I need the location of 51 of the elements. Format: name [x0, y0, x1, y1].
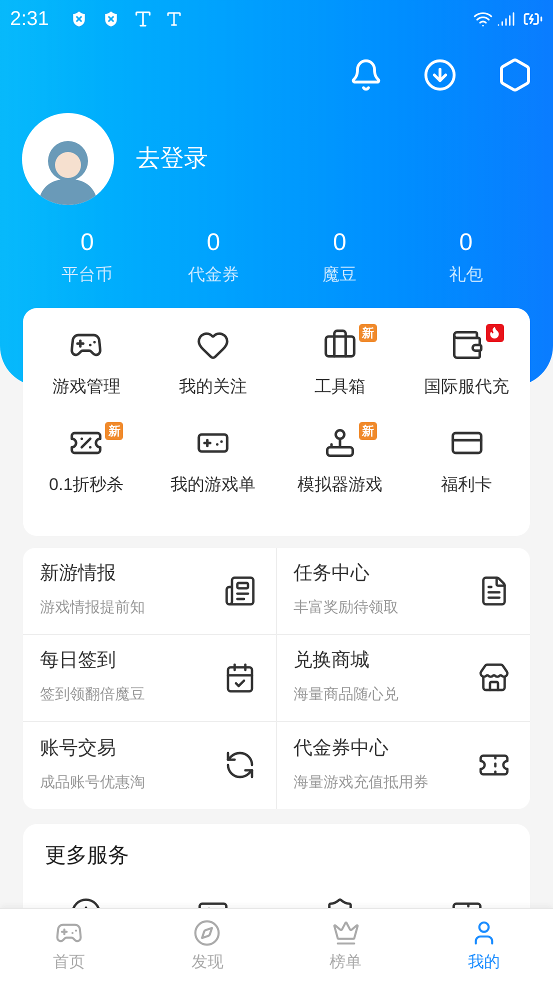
- menu-label: 工具箱: [314, 376, 366, 398]
- download-icon[interactable]: [423, 58, 457, 92]
- menu-item[interactable]: 福利卡: [403, 426, 530, 524]
- feature-title: 兑换商城: [294, 649, 370, 674]
- feature-item[interactable]: 新游情报 游戏情报提前知: [23, 548, 276, 634]
- compass-icon: [193, 918, 222, 946]
- menu-item[interactable]: 国际服代充: [403, 328, 530, 426]
- font-icon: [164, 10, 183, 28]
- feature-item[interactable]: 代金券中心 海量游戏充值抵用券: [276, 722, 530, 808]
- feature-subtitle: 海量商品随心兑: [294, 685, 400, 706]
- menu-item[interactable]: 我的游戏单: [150, 426, 276, 524]
- stat-value: 0: [459, 228, 473, 258]
- feature-subtitle: 签到领翻倍魔豆: [40, 685, 146, 706]
- signal-icon: [497, 10, 515, 28]
- section-title: 更多服务: [44, 842, 130, 868]
- new-badge: 新: [358, 422, 377, 440]
- stat-value: 0: [332, 228, 346, 258]
- menu-label: 我的游戏单: [170, 474, 256, 496]
- stat-value: 0: [80, 228, 94, 258]
- menu-label: 游戏管理: [52, 376, 120, 398]
- font-icon: [132, 9, 153, 29]
- feature-item[interactable]: 账号交易 成品账号优惠淘: [23, 722, 276, 808]
- feature-title: 代金券中心: [294, 736, 390, 761]
- notification-icon[interactable]: [349, 58, 383, 92]
- feature-title: 每日签到: [40, 649, 117, 674]
- crown-icon: [332, 918, 360, 946]
- stat-value: 0: [206, 228, 220, 258]
- feature-item[interactable]: 每日签到 签到领翻倍魔豆: [23, 634, 276, 722]
- feature-title: 新游情报: [40, 562, 117, 586]
- exchange-icon: [224, 749, 256, 781]
- feature-subtitle: 游戏情报提前知: [40, 598, 146, 618]
- feature-item[interactable]: 任务中心 丰富奖励待领取: [276, 548, 530, 634]
- menu-label: 我的关注: [179, 376, 248, 398]
- feature-item[interactable]: 兑换商城 海量商品随心兑: [276, 634, 530, 722]
- feature-subtitle: 丰富奖励待领取: [294, 598, 400, 618]
- status-time: 2:31: [10, 7, 49, 32]
- menu-label: 模拟器游戏: [297, 474, 382, 496]
- menu-label: 国际服代充: [424, 376, 510, 398]
- settings-icon[interactable]: [497, 57, 533, 93]
- newspaper-icon: [224, 574, 256, 606]
- feature-subtitle: 海量游戏充值抵用券: [294, 772, 430, 793]
- feature-title: 账号交易: [40, 736, 117, 761]
- hot-badge: [486, 324, 504, 342]
- feature-title: 任务中心: [294, 562, 370, 586]
- menu-label: 福利卡: [441, 474, 492, 496]
- menu-label: 0.1折秒杀: [49, 474, 124, 496]
- store-icon: [478, 662, 510, 694]
- new-badge: 新: [358, 324, 377, 342]
- menu-item[interactable]: 我的关注: [150, 328, 276, 426]
- feature-subtitle: 成品账号优惠淘: [40, 772, 146, 793]
- new-badge: 新: [105, 422, 124, 440]
